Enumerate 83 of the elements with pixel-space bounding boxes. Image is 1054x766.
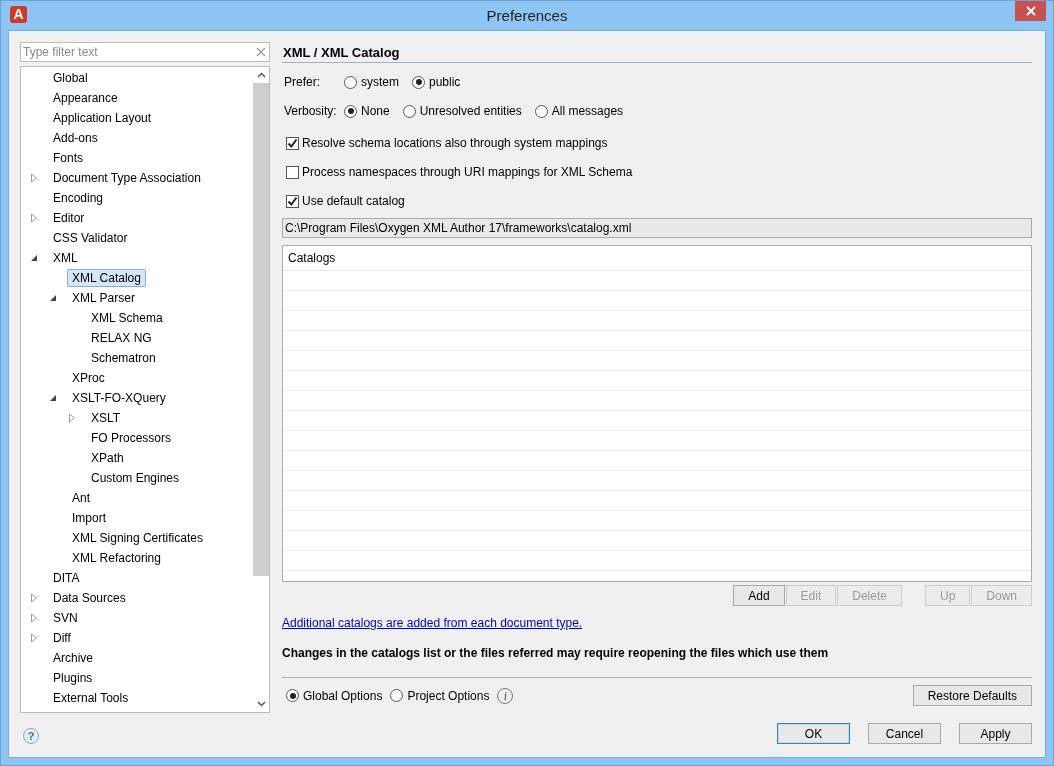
tree-item[interactable]: Ant xyxy=(67,489,95,507)
dialog-button[interactable]: OK xyxy=(777,723,850,744)
window-title: Preferences xyxy=(486,7,568,24)
radio-option[interactable]: All messages xyxy=(534,104,624,118)
tree-item[interactable]: Data Sources xyxy=(48,589,131,607)
tree-item[interactable]: XML Signing Certificates xyxy=(67,529,208,547)
scroll-up-icon[interactable] xyxy=(256,72,266,78)
radio-button[interactable] xyxy=(286,689,299,702)
checkbox-option[interactable]: Process namespaces through URI mappings for XML Schema xyxy=(282,162,633,182)
radio-option[interactable]: Global Options xyxy=(286,688,383,703)
close-button[interactable] xyxy=(1015,1,1046,21)
tree-item[interactable]: Document Type Association xyxy=(48,169,206,187)
tree-item[interactable]: SVN xyxy=(48,609,83,627)
radio-group-label: Verbosity: xyxy=(284,104,338,118)
page-title: XML / XML Catalog xyxy=(282,45,1032,63)
expanded-arrow-icon[interactable] xyxy=(30,254,38,262)
radio-button[interactable] xyxy=(402,104,416,118)
tree-item[interactable]: Schematron xyxy=(86,349,161,367)
tree-item[interactable]: XML Schema xyxy=(86,309,168,327)
tree-item[interactable]: XML Catalog xyxy=(67,269,146,287)
tree-item[interactable]: Import xyxy=(67,509,111,527)
help-icon[interactable]: ? xyxy=(23,728,39,744)
restore-defaults-button[interactable]: Restore Defaults xyxy=(912,685,1032,706)
collapsed-arrow-icon[interactable] xyxy=(30,593,38,603)
app-logo: A xyxy=(10,6,27,23)
radio-option[interactable]: Project Options xyxy=(390,688,490,703)
checkbox[interactable] xyxy=(286,194,299,208)
tree-item[interactable]: Add-ons xyxy=(48,129,103,147)
tree-item[interactable]: Application Layout xyxy=(48,109,157,127)
radio-button[interactable] xyxy=(344,75,357,89)
tree-item[interactable]: Global xyxy=(48,69,93,87)
radio-button[interactable] xyxy=(390,689,404,702)
expanded-arrow-icon[interactable] xyxy=(49,394,57,402)
tree-item[interactable]: Archive xyxy=(48,649,98,667)
tree-item[interactable]: FO Processors xyxy=(86,429,176,447)
checkbox[interactable] xyxy=(286,136,299,150)
tree-item[interactable]: External Tools xyxy=(48,689,134,707)
collapsed-arrow-icon[interactable] xyxy=(30,173,38,183)
warning-text: Changes in the catalogs list or the files referred may require reopening the files which use them xyxy=(282,646,830,660)
radio-option[interactable]: system xyxy=(344,75,399,89)
radio-button[interactable] xyxy=(344,104,357,118)
tree-item[interactable]: Fonts xyxy=(48,149,88,167)
dialog-button[interactable]: Cancel xyxy=(868,723,941,744)
catalog-path-field[interactable]: C:\Program Files\Oxygen XML Author 17\frameworks\catalog.xml xyxy=(282,218,1032,238)
tree-item[interactable]: Appearance xyxy=(48,89,123,107)
filter-field[interactable]: Type filter text xyxy=(20,42,270,62)
tree-item[interactable]: XPath xyxy=(86,449,129,467)
checkbox[interactable] xyxy=(286,165,299,179)
tree-item[interactable]: DITA xyxy=(48,569,85,587)
checkbox-option[interactable]: Use default catalog xyxy=(282,191,405,211)
tree-item[interactable]: XML Parser xyxy=(67,289,140,307)
tree-item[interactable]: RELAX NG xyxy=(86,329,157,347)
scroll-thumb[interactable] xyxy=(253,83,269,576)
collapsed-arrow-icon[interactable] xyxy=(68,413,76,423)
tree-item[interactable]: Plugins xyxy=(48,669,98,687)
tree-item[interactable]: CSS Validator xyxy=(48,229,133,247)
dialog-button[interactable]: Apply xyxy=(959,723,1032,744)
radio-button[interactable] xyxy=(412,75,425,89)
close-icon xyxy=(1025,6,1036,16)
tree-item[interactable]: Custom Engines xyxy=(86,469,185,487)
radio-button[interactable] xyxy=(534,104,548,118)
radio-group-label: Prefer: xyxy=(284,75,321,89)
tree-item[interactable]: XSLT-FO-XQuery xyxy=(67,389,171,407)
collapsed-arrow-icon[interactable] xyxy=(30,633,38,643)
tree-item[interactable]: XML xyxy=(48,249,83,267)
clear-icon[interactable] xyxy=(256,47,266,57)
radio-option[interactable]: public xyxy=(412,75,461,89)
scroll-down-icon[interactable] xyxy=(256,701,266,707)
tree-item[interactable]: XProc xyxy=(67,369,110,387)
expanded-arrow-icon[interactable] xyxy=(49,294,57,302)
tree-item[interactable]: Encoding xyxy=(48,189,109,207)
tree-item[interactable]: Editor xyxy=(48,209,90,227)
table-action-button[interactable]: Add xyxy=(733,585,785,606)
collapsed-arrow-icon[interactable] xyxy=(30,613,38,623)
checkbox-option[interactable]: Resolve schema locations also through system mappings xyxy=(282,133,608,153)
collapsed-arrow-icon[interactable] xyxy=(30,213,38,223)
tree-item[interactable]: Diff xyxy=(48,629,76,647)
tree-item[interactable]: XML Refactoring xyxy=(67,549,166,567)
column-header[interactable]: Catalogs xyxy=(283,251,336,265)
tree-item[interactable]: XSLT xyxy=(86,409,126,427)
info-link[interactable]: Additional catalogs are added from each document type. xyxy=(282,616,583,630)
radio-option[interactable]: None xyxy=(344,104,390,118)
radio-option[interactable]: Unresolved entities xyxy=(402,104,522,118)
